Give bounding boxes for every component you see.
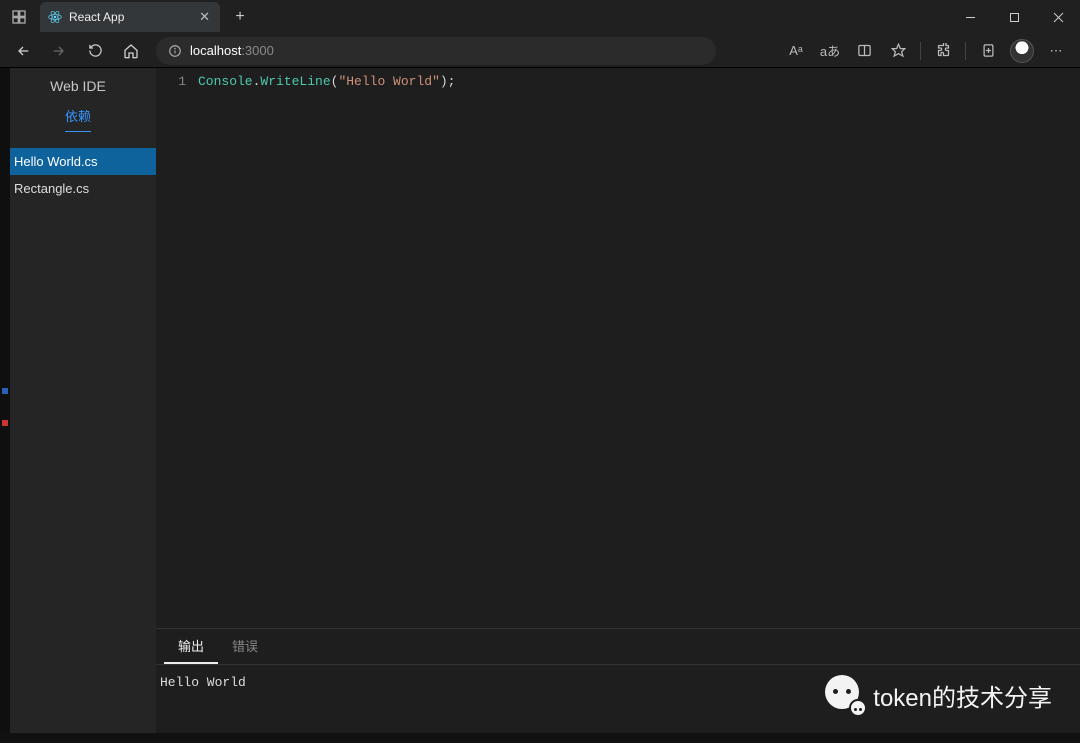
tab-title: React App (69, 10, 192, 24)
bottom-bar (0, 733, 1080, 743)
nav-back-button[interactable] (8, 37, 38, 65)
nav-forward-button[interactable] (44, 37, 74, 65)
more-menu-button[interactable]: ⋯ (1040, 37, 1072, 65)
window-minimize-button[interactable] (948, 0, 992, 34)
url-port: :3000 (241, 43, 274, 58)
file-item-hello-world[interactable]: Hello World.cs (0, 148, 156, 175)
sidebar: Web IDE 依赖 Hello World.cs Rectangle.cs (0, 68, 156, 733)
output-text: Hello World (160, 675, 246, 690)
tab-errors[interactable]: 错误 (218, 629, 272, 664)
toolbar-right-icons: Aᵃ aあ ⋯ (780, 37, 1072, 65)
address-bar[interactable]: localhost:3000 (156, 37, 716, 65)
browser-titlebar: React App ✕ + (0, 0, 1080, 34)
new-tab-button[interactable]: + (226, 3, 254, 31)
url-host: localhost (190, 43, 241, 58)
browser-tab[interactable]: React App ✕ (40, 2, 220, 32)
tab-output[interactable]: 输出 (164, 629, 218, 664)
left-edge-strip (0, 68, 10, 733)
toolbar-divider (965, 42, 966, 60)
read-aloud-icon[interactable]: Aᵃ (780, 37, 812, 65)
site-info-icon[interactable] (168, 44, 182, 58)
output-tabs: 输出 错误 (156, 629, 1080, 665)
browser-logo-icon (6, 4, 32, 30)
nav-refresh-button[interactable] (80, 37, 110, 65)
file-item-rectangle[interactable]: Rectangle.cs (0, 175, 156, 202)
split-screen-icon[interactable] (848, 37, 880, 65)
tab-close-icon[interactable]: ✕ (199, 9, 210, 25)
code-line[interactable]: Console.WriteLine("Hello World"); (198, 72, 455, 628)
line-number: 1 (156, 74, 186, 89)
extensions-icon[interactable] (927, 37, 959, 65)
translate-icon[interactable]: aあ (814, 37, 846, 65)
line-gutter: 1 (156, 72, 198, 628)
react-favicon-icon (48, 10, 62, 24)
window-close-button[interactable] (1036, 0, 1080, 34)
output-panel: Hello World (156, 665, 1080, 733)
editor-area: 1 Console.WriteLine("Hello World"); 输出 错… (156, 68, 1080, 733)
favorites-icon[interactable] (882, 37, 914, 65)
window-maximize-button[interactable] (992, 0, 1036, 34)
code-editor[interactable]: 1 Console.WriteLine("Hello World"); (156, 68, 1080, 629)
window-controls (948, 0, 1080, 34)
sidebar-title: Web IDE (0, 68, 156, 100)
collections-icon[interactable] (972, 37, 1004, 65)
sidebar-tab-deps[interactable]: 依赖 (65, 100, 91, 132)
nav-home-button[interactable] (116, 37, 146, 65)
browser-toolbar: localhost:3000 Aᵃ aあ ⋯ (0, 34, 1080, 68)
toolbar-divider (920, 42, 921, 60)
profile-avatar[interactable] (1006, 37, 1038, 65)
app-workspace: Web IDE 依赖 Hello World.cs Rectangle.cs 1… (0, 68, 1080, 733)
